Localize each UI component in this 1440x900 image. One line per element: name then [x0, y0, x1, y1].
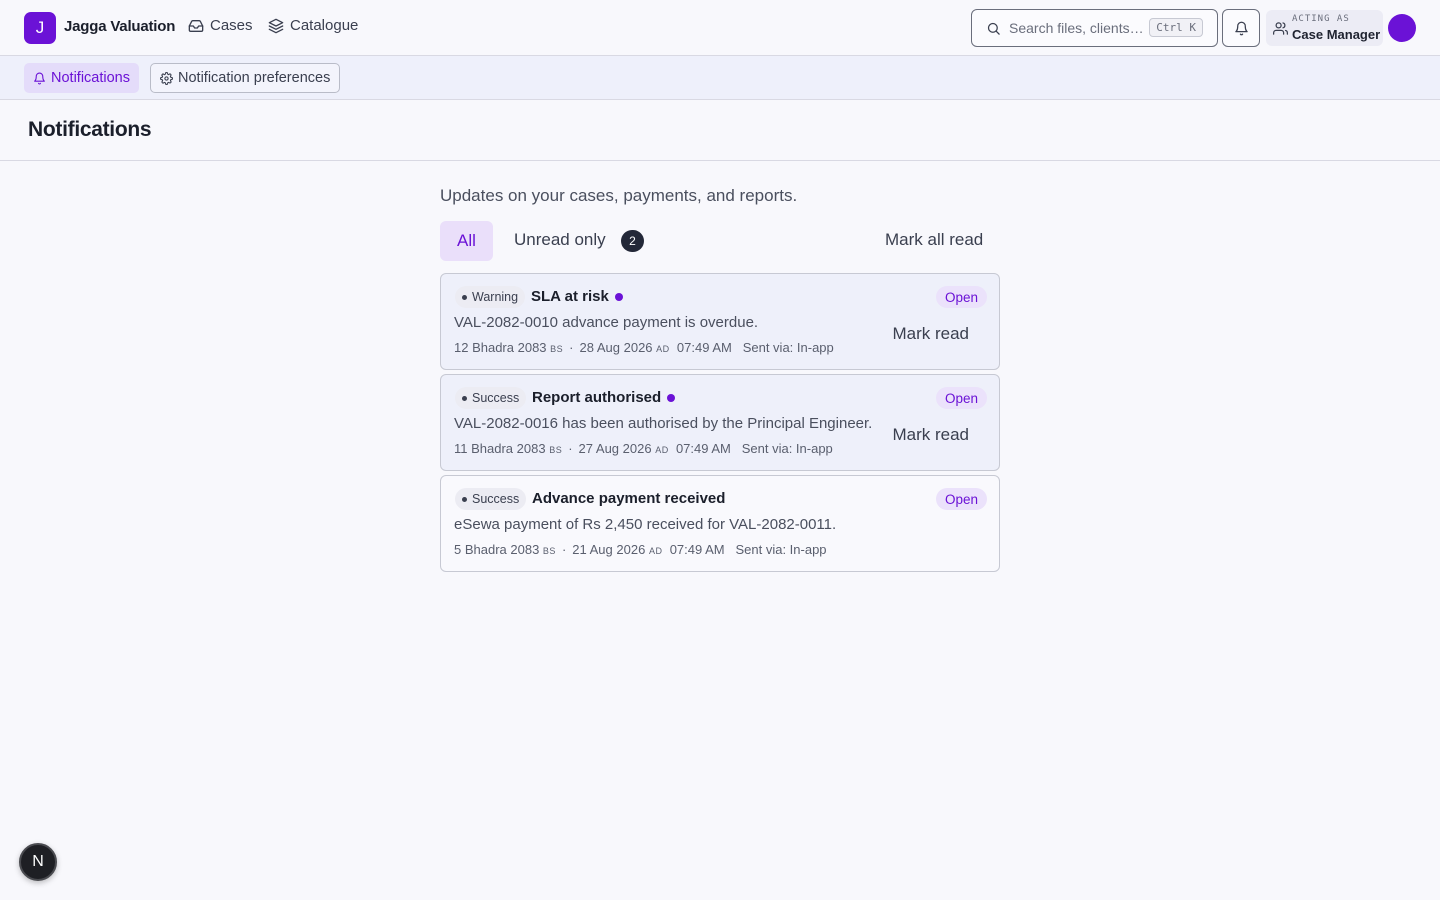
role-switcher[interactable]: ACTING AS Case Manager [1266, 10, 1383, 46]
search-placeholder: Search files, clients… [1009, 20, 1144, 36]
notification-body: VAL-2082-0010 advance payment is overdue… [454, 314, 759, 331]
nav-catalogue[interactable]: Catalogue [268, 17, 358, 34]
notification-body: VAL-2082-0016 has been authorised by the… [454, 415, 873, 432]
bs-date: 12 Bhadra 2083 [454, 340, 547, 355]
acting-role: Case Manager [1292, 27, 1381, 42]
dot-icon [462, 294, 467, 300]
gear-icon [160, 71, 173, 85]
channel: Sent via: In-app [741, 441, 833, 456]
bell-icon [34, 72, 45, 84]
mark-read-button[interactable]: Mark read [892, 425, 969, 445]
notification-meta: 5 Bhadra 2083 BS · 21 Aug 2026 AD 07:49 AM… [454, 542, 827, 557]
status-badge: Open [935, 488, 987, 510]
notification-meta: 11 Bhadra 2083 BS · 27 Aug 2026 AD 07:49 A… [454, 441, 833, 456]
type-label: Warning [472, 290, 519, 304]
search-shortcut: Ctrl K [1149, 18, 1203, 37]
dot-icon [462, 496, 467, 502]
dot-icon [462, 395, 467, 401]
unread-dot-icon [667, 393, 676, 402]
inbox-icon [188, 19, 204, 32]
divider [0, 160, 1440, 161]
tab-notifications-label: Notifications [51, 70, 130, 86]
tab-notifications[interactable]: Notifications [24, 63, 139, 93]
mark-read-button[interactable]: Mark read [892, 324, 969, 344]
sub-navbar: Notifications Notification preferences [0, 56, 1440, 100]
ad-date: 27 Aug 2026 [578, 441, 652, 456]
notification-card[interactable]: Success Advance payment received Open eS… [440, 475, 1000, 572]
notification-title: Advance payment received [532, 490, 725, 507]
status-badge: Open [935, 286, 987, 308]
avatar[interactable] [1388, 14, 1416, 42]
notification-title-text: Advance payment received [532, 490, 726, 507]
layers-icon [268, 18, 284, 33]
page-title: Notifications [28, 118, 152, 141]
tab-preferences-label: Notification preferences [178, 70, 331, 86]
channel: Sent via: In-app [735, 542, 827, 557]
bs-era: BS [542, 546, 556, 556]
notification-title: SLA at risk [531, 288, 623, 305]
notification-card[interactable]: Warning SLA at risk Open VAL-2082-0010 a… [440, 273, 1000, 370]
unread-count-badge: 2 [621, 230, 644, 252]
nav-cases-label: Cases [210, 17, 253, 34]
bell-icon [1234, 21, 1248, 35]
filter-unread-tab[interactable]: Unread only [514, 230, 606, 250]
notification-title-text: Report authorised [532, 389, 662, 406]
separator: · [569, 340, 574, 355]
separator: · [568, 441, 573, 456]
time: 07:49 AM [675, 441, 731, 456]
page-subtitle: Updates on your cases, payments, and rep… [440, 186, 798, 205]
notifications-button[interactable] [1222, 9, 1260, 47]
dev-tools-badge[interactable]: N [19, 843, 57, 881]
search-icon [987, 22, 1000, 35]
type-label: Success [472, 391, 520, 405]
ad-era: AD [655, 445, 669, 455]
notification-meta: 12 Bhadra 2083 BS · 28 Aug 2026 AD 07:49 A… [454, 340, 834, 355]
tab-notification-preferences[interactable]: Notification preferences [150, 63, 341, 93]
users-icon [1273, 22, 1288, 35]
bs-era: BS [550, 344, 564, 354]
logo-letter: J [35, 18, 45, 37]
channel: Sent via: In-app [742, 340, 834, 355]
ad-date: 21 Aug 2026 [572, 542, 646, 557]
bs-era: BS [549, 445, 563, 455]
type-badge: Success [455, 387, 527, 409]
notification-title: Report authorised [532, 389, 676, 406]
status-badge: Open [935, 387, 987, 409]
acting-as-label: ACTING AS [1292, 14, 1350, 24]
time: 07:49 AM [669, 542, 725, 557]
ad-era: AD [656, 344, 670, 354]
bs-date: 11 Bhadra 2083 [454, 441, 546, 456]
ad-era: AD [648, 546, 663, 556]
ad-date: 28 Aug 2026 [579, 340, 653, 355]
notification-card[interactable]: Success Report authorised Open VAL-2082-… [440, 374, 1000, 471]
unread-dot-icon [614, 292, 623, 301]
separator: · [561, 542, 567, 557]
filter-all-tab[interactable]: All [440, 221, 493, 261]
top-navbar: J Jagga Valuation Cases Catalogue Search… [0, 0, 1440, 56]
notification-title-text: SLA at risk [531, 288, 609, 305]
time: 07:49 AM [676, 340, 732, 355]
brand-name[interactable]: Jagga Valuation [64, 18, 175, 35]
mark-all-read-button[interactable]: Mark all read [885, 230, 983, 250]
bs-date: 5 Bhadra 2083 [454, 542, 540, 557]
logo[interactable]: J [24, 12, 56, 44]
nav-cases[interactable]: Cases [188, 17, 253, 34]
nav-catalogue-label: Catalogue [290, 17, 359, 34]
type-badge: Success [455, 488, 527, 510]
type-badge: Warning [455, 286, 526, 308]
notification-body: eSewa payment of Rs 2,450 received for V… [454, 516, 837, 533]
type-label: Success [472, 492, 520, 506]
search-input[interactable]: Search files, clients… Ctrl K [971, 9, 1218, 47]
